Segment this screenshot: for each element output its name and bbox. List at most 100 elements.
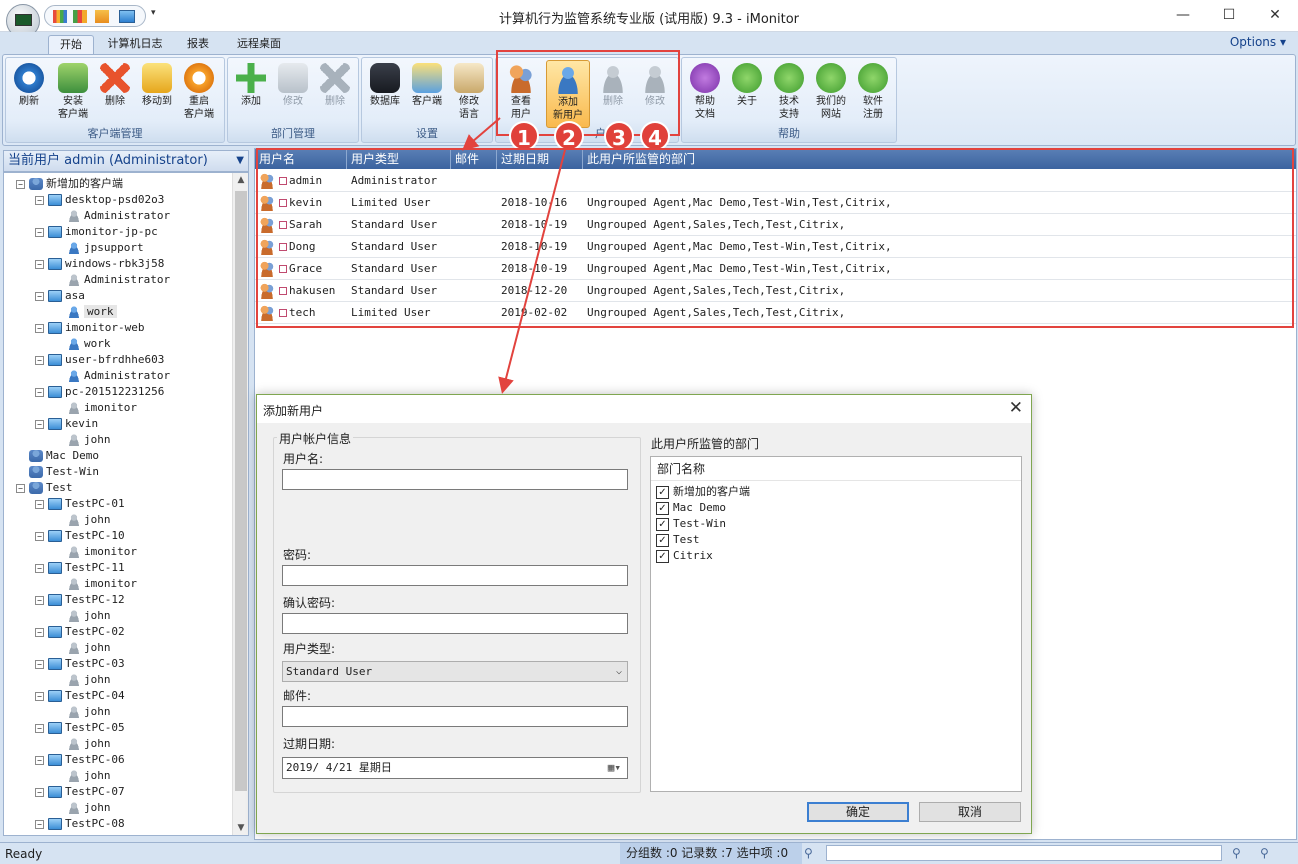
dept-list-item[interactable]: ✓ Citrix (656, 548, 713, 564)
tree-node[interactable]: john (67, 704, 111, 720)
tree-node[interactable]: john (67, 736, 111, 752)
status-search-input[interactable] (826, 845, 1222, 861)
tree-expand-icon[interactable]: − (35, 723, 44, 733)
tree-expand-icon[interactable]: − (35, 531, 44, 541)
tree-node[interactable]: − pc-201512231256 (35, 384, 164, 400)
confirm-password-input[interactable] (282, 613, 628, 634)
tree-node[interactable]: − TestPC-04 (35, 688, 125, 704)
zoom-out-icon[interactable]: ⚲ (1232, 846, 1241, 860)
dept-checkbox[interactable]: ✓ (656, 533, 669, 547)
tree-expand-icon[interactable]: − (35, 195, 44, 205)
tree-expand-icon[interactable]: − (16, 179, 25, 189)
tree-node[interactable]: − TestPC-08 (35, 816, 125, 832)
search-icon[interactable]: ⚲ (804, 846, 813, 860)
website-button[interactable]: 我们的 网站 (810, 60, 852, 128)
tree-node[interactable]: jpsupport (67, 240, 144, 256)
tree-node[interactable]: john (67, 512, 111, 528)
tree-node[interactable]: − TestPC-11 (35, 560, 125, 576)
refresh-button[interactable]: 刷新 (8, 60, 50, 128)
tree-node[interactable]: − 新增加的客户端 (16, 176, 123, 192)
tree-node[interactable]: − imonitor-web (35, 320, 144, 336)
dept-list-item[interactable]: ✓ 新增加的客户端 (656, 484, 750, 500)
scroll-up-icon[interactable]: ▲ (233, 175, 248, 185)
dept-checkbox[interactable]: ✓ (656, 517, 669, 531)
help-doc-button[interactable]: 帮助 文档 (684, 60, 726, 128)
delete-client-button[interactable]: 删除 (94, 60, 136, 128)
tree-node[interactable]: − imonitor-jp-pc (35, 224, 158, 240)
tree-node[interactable]: john (67, 672, 111, 688)
dept-list-item[interactable]: ✓ Mac Demo (656, 500, 726, 516)
tree-expand-icon[interactable]: − (35, 419, 44, 429)
tree-node[interactable]: john (67, 800, 111, 816)
username-input[interactable] (282, 469, 628, 490)
tree-expand-icon[interactable]: − (35, 659, 44, 669)
tree-node[interactable]: − TestPC-10 (35, 528, 125, 544)
tree-expand-icon[interactable]: − (35, 291, 44, 301)
tree-node[interactable]: john (67, 432, 111, 448)
dropdown-arrow-icon[interactable]: ▼ (236, 151, 244, 171)
scroll-down-icon[interactable]: ▼ (233, 823, 248, 833)
tab-computer-log[interactable]: 计算机日志 (102, 35, 168, 55)
dept-checkbox[interactable]: ✓ (656, 485, 669, 499)
ok-button[interactable]: 确定 (807, 802, 909, 822)
dept-checkbox[interactable]: ✓ (656, 549, 669, 563)
tree-node[interactable]: john (67, 608, 111, 624)
tree-node[interactable]: Test-Win (29, 464, 99, 480)
tree-expand-icon[interactable]: − (35, 355, 44, 365)
current-user-header[interactable]: 当前用户 admin (Administrator) ▼ (3, 150, 249, 172)
tree-node[interactable]: − TestPC-03 (35, 656, 125, 672)
delete-department-button[interactable]: 删除 (314, 60, 356, 128)
dept-list-item[interactable]: ✓ Test-Win (656, 516, 726, 532)
tree-node[interactable]: − TestPC-07 (35, 784, 125, 800)
support-button[interactable]: 技术 支持 (768, 60, 810, 128)
dept-checkbox[interactable]: ✓ (656, 501, 669, 515)
restart-client-button[interactable]: 重启 客户端 (178, 60, 220, 128)
move-to-button[interactable]: 移动到 (136, 60, 178, 128)
zoom-in-icon[interactable]: ⚲ (1260, 846, 1269, 860)
tree-expand-icon[interactable]: − (35, 595, 44, 605)
register-button[interactable]: 软件 注册 (852, 60, 894, 128)
tree-node[interactable]: − TestPC-06 (35, 752, 125, 768)
tree-node[interactable]: − asa (35, 288, 85, 304)
tree-expand-icon[interactable]: − (35, 323, 44, 333)
tree-node[interactable]: − desktop-psd02o3 (35, 192, 164, 208)
tree-node[interactable]: Mac Demo (29, 448, 99, 464)
database-button[interactable]: 数据库 (364, 60, 406, 128)
tree-scrollbar[interactable]: ▲ ▼ (232, 173, 248, 835)
user-type-select[interactable]: Standard User ⌵ (282, 661, 628, 682)
tree-expand-icon[interactable]: − (35, 499, 44, 509)
tree-node[interactable]: Administrator (67, 368, 170, 384)
tree-expand-icon[interactable]: − (35, 819, 44, 829)
tree-node[interactable]: − TestPC-02 (35, 624, 125, 640)
password-input[interactable] (282, 565, 628, 586)
tree-expand-icon[interactable]: − (35, 627, 44, 637)
tree-expand-icon[interactable]: − (35, 387, 44, 397)
email-input[interactable] (282, 706, 628, 727)
tree-node[interactable]: − kevin (35, 416, 98, 432)
tree-node[interactable]: work (67, 336, 111, 352)
tab-start[interactable]: 开始 (48, 35, 94, 55)
tree-node[interactable]: john (67, 768, 111, 784)
tree-scroll-thumb[interactable] (235, 191, 247, 791)
options-menu[interactable]: Options ▾ (1230, 35, 1286, 49)
tree-expand-icon[interactable]: − (35, 563, 44, 573)
tree-node[interactable]: − windows-rbk3j58 (35, 256, 164, 272)
tree-expand-icon[interactable]: − (35, 227, 44, 237)
client-settings-button[interactable]: 客户端 (406, 60, 448, 128)
tree-expand-icon[interactable]: − (35, 691, 44, 701)
tree-expand-icon[interactable]: − (35, 755, 44, 765)
tree-node[interactable]: − user-bfrdhhe603 (35, 352, 164, 368)
calendar-icon[interactable]: ▦▾ (608, 758, 621, 777)
edit-department-button[interactable]: 修改 (272, 60, 314, 128)
tree-node[interactable]: imonitor (67, 576, 137, 592)
tree-node[interactable]: imonitor (67, 544, 137, 560)
tree-expand-icon[interactable]: − (35, 259, 44, 269)
dept-list-item[interactable]: ✓ Test (656, 532, 700, 548)
language-button[interactable]: 修改 语言 (448, 60, 490, 128)
install-client-button[interactable]: 安装 客户端 (52, 60, 94, 128)
tree-node[interactable]: work (67, 304, 117, 320)
expiry-date-picker[interactable]: 2019/ 4/21 星期日 ▦▾ (282, 757, 628, 779)
about-button[interactable]: 关于 (726, 60, 768, 128)
tree-expand-icon[interactable]: − (16, 483, 25, 493)
close-button[interactable]: ✕ (1252, 0, 1298, 32)
